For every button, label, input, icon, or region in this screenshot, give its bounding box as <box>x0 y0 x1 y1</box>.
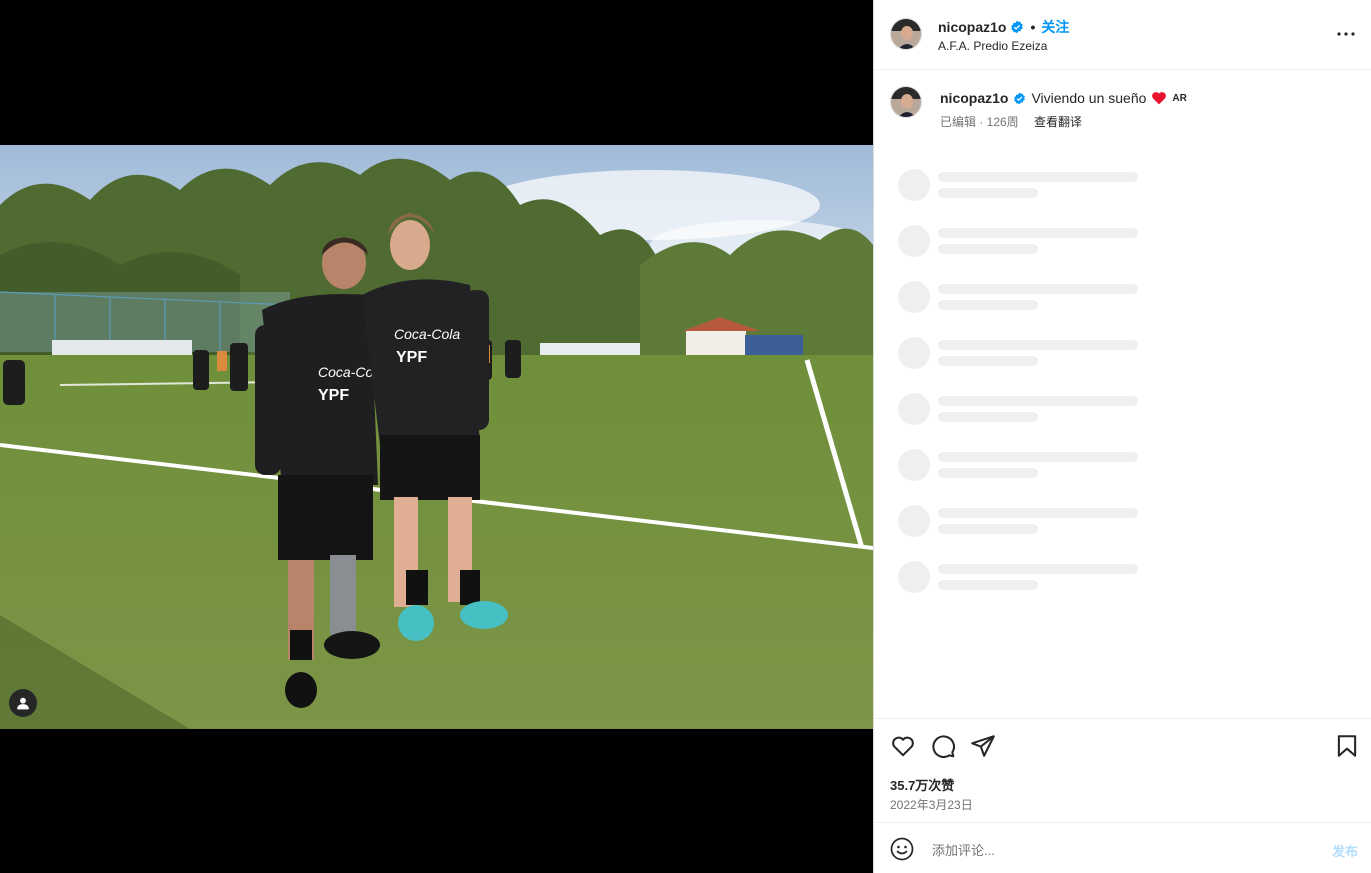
header-username[interactable]: nicopaz1o <box>938 19 1006 35</box>
avatar-image <box>891 19 921 49</box>
caption: nicopaz1o Viviendo un sueño AR <box>940 90 1187 106</box>
post-date[interactable]: 2022年3月23日 <box>890 796 973 813</box>
post-header: nicopaz1o • 关注 A.F.A. Predio Ezeiza <box>874 0 1371 70</box>
skeleton-avatar <box>898 281 930 313</box>
skeleton-line <box>938 412 1038 422</box>
skeleton-line <box>938 524 1038 534</box>
svg-text:Coca-Cola: Coca-Cola <box>394 326 460 342</box>
skeleton-avatar <box>898 449 930 481</box>
user-tag-icon <box>17 697 29 710</box>
comment-input[interactable] <box>930 838 1314 862</box>
caption-username[interactable]: nicopaz1o <box>940 90 1008 106</box>
skeleton-line <box>938 452 1138 462</box>
header-user-row: nicopaz1o • 关注 <box>938 17 1069 37</box>
instagram-post-view: Coca-Cola YPF Coca-Cola YPF nicopaz1o • … <box>0 0 1371 873</box>
skeleton-line <box>938 580 1038 590</box>
more-options-button[interactable] <box>1334 22 1358 46</box>
red-heart-emoji-icon <box>1152 92 1167 105</box>
skeleton-line <box>938 468 1038 478</box>
post-media: Coca-Cola YPF Coca-Cola YPF <box>0 0 873 873</box>
skeleton-line <box>938 188 1038 198</box>
post-photo[interactable]: Coca-Cola YPF Coca-Cola YPF <box>0 145 873 729</box>
skeleton-line <box>938 228 1138 238</box>
follow-button[interactable]: 关注 <box>1041 17 1069 37</box>
skeleton-avatar <box>898 505 930 537</box>
svg-text:YPF: YPF <box>318 387 349 404</box>
see-translation-link[interactable]: 查看翻译 <box>1034 115 1082 129</box>
post-actions: 35.7万次赞 2022年3月23日 <box>874 718 1371 822</box>
skeleton-line <box>938 172 1138 182</box>
caption-avatar[interactable] <box>890 86 922 118</box>
separator-dot: • <box>1030 19 1036 35</box>
skeleton-line <box>938 244 1038 254</box>
caption-meta: 已编辑 · 126周 查看翻译 <box>940 113 1082 130</box>
share-icon[interactable] <box>970 733 996 759</box>
verified-badge-icon <box>1011 20 1024 34</box>
add-comment-bar: 发布 <box>874 822 1371 873</box>
skeleton-line <box>938 284 1138 294</box>
svg-text:YPF: YPF <box>396 349 427 366</box>
post-location[interactable]: A.F.A. Predio Ezeiza <box>938 39 1047 53</box>
verified-badge-icon <box>1014 92 1026 104</box>
skeleton-line <box>938 396 1138 406</box>
emoji-icon[interactable] <box>890 837 914 861</box>
skeleton-avatar <box>898 393 930 425</box>
skeleton-line <box>938 564 1138 574</box>
skeleton-avatar <box>898 561 930 593</box>
like-count[interactable]: 35.7万次赞 <box>890 775 954 794</box>
caption-text: Viviendo un sueño <box>1031 90 1147 106</box>
flag-emoji-text: AR <box>1172 92 1187 104</box>
comment-icon[interactable] <box>930 733 956 759</box>
post-details-panel: nicopaz1o • 关注 A.F.A. Predio Ezeiza nico… <box>873 0 1371 873</box>
avatar[interactable] <box>890 18 922 50</box>
edited-time: 已编辑 · 126周 <box>940 115 1019 129</box>
skeleton-avatar <box>898 337 930 369</box>
heart-icon[interactable] <box>890 733 916 759</box>
skeleton-line <box>938 356 1038 366</box>
bookmark-icon[interactable] <box>1334 733 1360 759</box>
avatar-image <box>891 87 921 117</box>
more-options-icon <box>1337 32 1355 36</box>
skeleton-line <box>938 300 1038 310</box>
skeleton-line <box>938 508 1138 518</box>
skeleton-avatar <box>898 169 930 201</box>
skeleton-line <box>938 340 1138 350</box>
post-comment-button[interactable]: 发布 <box>1332 841 1358 860</box>
skeleton-avatar <box>898 225 930 257</box>
tagged-users-button[interactable] <box>9 689 37 717</box>
